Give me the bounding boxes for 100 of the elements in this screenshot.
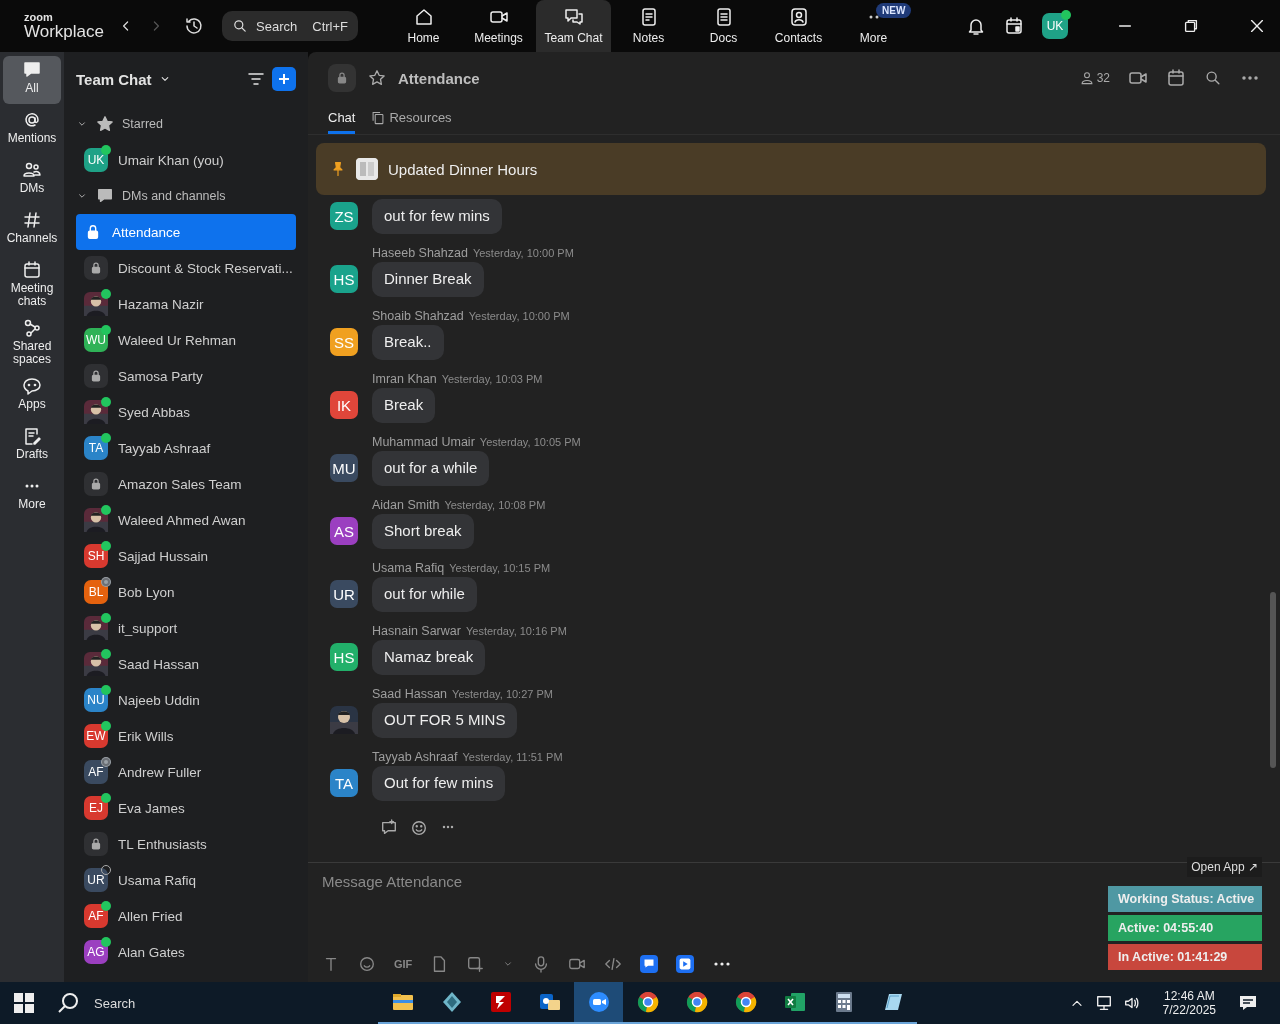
search-icon[interactable] <box>1204 69 1222 87</box>
calendar-icon[interactable] <box>1004 16 1024 36</box>
author-name: Usama Rafiq <box>372 561 445 575</box>
rail-item[interactable]: Meeting chats <box>3 256 61 312</box>
bell-icon[interactable] <box>966 16 986 36</box>
nav-tab[interactable]: Docs <box>686 0 761 52</box>
screenshot-icon[interactable] <box>466 955 485 973</box>
chat-list-item[interactable]: Amazon Sales Team <box>76 466 296 502</box>
rail-item[interactable]: More <box>3 472 61 520</box>
chat-list-item[interactable]: Waleed Ahmed Awan <box>76 502 296 538</box>
chat-list-item[interactable]: Discount & Stock Reservati... <box>76 250 296 286</box>
emoji-icon[interactable] <box>358 955 376 973</box>
people-icon <box>22 160 42 180</box>
section-header[interactable]: Starred <box>76 106 296 142</box>
lightning-icon <box>488 990 513 1014</box>
chat-list-item[interactable]: Attendance <box>76 214 296 250</box>
windows-start-icon[interactable] <box>14 993 34 1013</box>
message-bubble: Break <box>372 388 436 423</box>
chat-list-item[interactable]: TL Enthusiasts <box>76 826 296 862</box>
message-input[interactable]: Message Attendance <box>322 873 822 890</box>
code-icon[interactable] <box>604 955 623 973</box>
search-icon <box>232 18 248 34</box>
channel-tab[interactable]: Resources <box>371 104 452 134</box>
nav-tab[interactable]: Home <box>386 0 461 52</box>
chat-list-item[interactable]: AF Andrew Fuller <box>76 754 296 790</box>
timestamp: Yesterday, 10:27 PM <box>452 688 553 700</box>
taskbar-search[interactable]: Search <box>56 991 326 1015</box>
rail-item[interactable]: Apps <box>3 372 61 420</box>
chat-list-item[interactable]: Saad Hassan <box>76 646 296 682</box>
avatar: HS <box>330 265 358 293</box>
message-bubble: Dinner Break <box>372 262 484 297</box>
lock-icon <box>84 472 108 496</box>
timestamp: Yesterday, 10:00 PM <box>468 310 570 322</box>
play-app-icon[interactable] <box>676 955 695 973</box>
nav-tab[interactable]: Notes <box>611 0 686 52</box>
scrollbar-thumb[interactable] <box>1270 592 1276 768</box>
chat-list-item[interactable]: AG Alan Gates <box>76 934 296 970</box>
chat-list-item[interactable]: UK Umair Khan (you) <box>76 142 296 178</box>
nav-tab[interactable]: Meetings <box>461 0 536 52</box>
chat-list-item[interactable]: SH Sajjad Hussain <box>76 538 296 574</box>
avatar: UR <box>330 580 358 608</box>
reply-icon[interactable] <box>380 819 398 837</box>
author-name: Haseeb Shahzad <box>372 246 468 260</box>
avatar: ZS <box>330 202 358 230</box>
open-app-link[interactable]: Open App ↗ <box>1187 857 1262 877</box>
network-icon[interactable] <box>1094 994 1113 1012</box>
calendar-icon[interactable] <box>1166 68 1186 88</box>
sidebar-title[interactable]: Team Chat <box>76 70 152 88</box>
restore-icon[interactable] <box>1182 17 1200 35</box>
members-button[interactable]: 32 <box>1079 71 1110 85</box>
chat-list-item[interactable]: Hazama Nazir <box>76 286 296 322</box>
rail-item[interactable]: DMs <box>3 156 61 204</box>
nav-tab[interactable]: Team Chat <box>536 0 611 52</box>
history-icon[interactable] <box>184 16 204 36</box>
channel-title: Attendance <box>398 69 480 87</box>
clock-date[interactable]: 7/22/2025 <box>1162 1003 1216 1017</box>
search-field[interactable]: Search Ctrl+F <box>222 11 358 41</box>
rail-item[interactable]: All <box>3 56 61 104</box>
chat-list-item[interactable]: NU Najeeb Uddin <box>76 682 296 718</box>
clock-time[interactable]: 12:46 AM <box>1163 989 1215 1003</box>
taskbar-app[interactable] <box>574 982 623 1024</box>
gif-button[interactable]: GIF <box>394 958 413 970</box>
pinned-message-banner[interactable]: Updated Dinner Hours <box>316 143 1266 195</box>
notification-icon[interactable] <box>1238 993 1258 1013</box>
status-row: Working Status: Active <box>1108 886 1262 912</box>
rail-item[interactable]: Shared spaces <box>3 314 61 370</box>
house-icon <box>413 7 434 27</box>
chat-list-item[interactable]: UR Usama Rafiq <box>76 862 296 898</box>
lock-icon <box>84 364 108 388</box>
chat-list-item[interactable]: Syed Abbas <box>76 394 296 430</box>
channel-tab[interactable]: Chat <box>328 104 356 134</box>
camera-app-icon <box>586 990 611 1014</box>
emoji-icon[interactable] <box>410 819 428 837</box>
avatar: SS <box>330 328 358 356</box>
rail-item[interactable]: Channels <box>3 206 61 254</box>
chat-list-item[interactable]: BL Bob Lyon <box>76 574 296 610</box>
share-nodes-icon <box>22 318 42 338</box>
rail-item[interactable]: Mentions <box>3 106 61 154</box>
message-bubble: out for while <box>372 577 477 612</box>
logo-text: zoom <box>24 12 54 23</box>
rail-item[interactable]: Drafts <box>3 422 61 470</box>
chat-list-item[interactable]: it_support <box>76 610 296 646</box>
new-chat-button[interactable] <box>272 67 296 91</box>
author-name: Tayyab Ashraaf <box>372 750 458 764</box>
chat-list-item[interactable]: Samosa Party <box>76 358 296 394</box>
star-icon[interactable] <box>368 69 386 87</box>
message-bubble: Out for few mins <box>372 766 506 801</box>
avatar: AS <box>330 517 358 545</box>
avatar: IK <box>330 391 358 419</box>
chat-list-item[interactable]: EW Erik Wills <box>76 718 296 754</box>
chat-list-item[interactable]: TA Tayyab Ashraaf <box>76 430 296 466</box>
chat-list-item[interactable]: WU Waleed Ur Rehman <box>76 322 296 358</box>
nav-tab[interactable]: Contacts <box>761 0 836 52</box>
section-header[interactable]: DMs and channels <box>76 178 296 214</box>
chat-app-icon[interactable] <box>640 955 659 973</box>
close-icon[interactable] <box>1248 17 1266 35</box>
nav-tab[interactable]: NEW More <box>836 0 911 52</box>
contact-card-icon <box>788 7 809 27</box>
chat-list-item[interactable]: AF Allen Fried <box>76 898 296 934</box>
chat-list-item[interactable]: EJ Eva James <box>76 790 296 826</box>
